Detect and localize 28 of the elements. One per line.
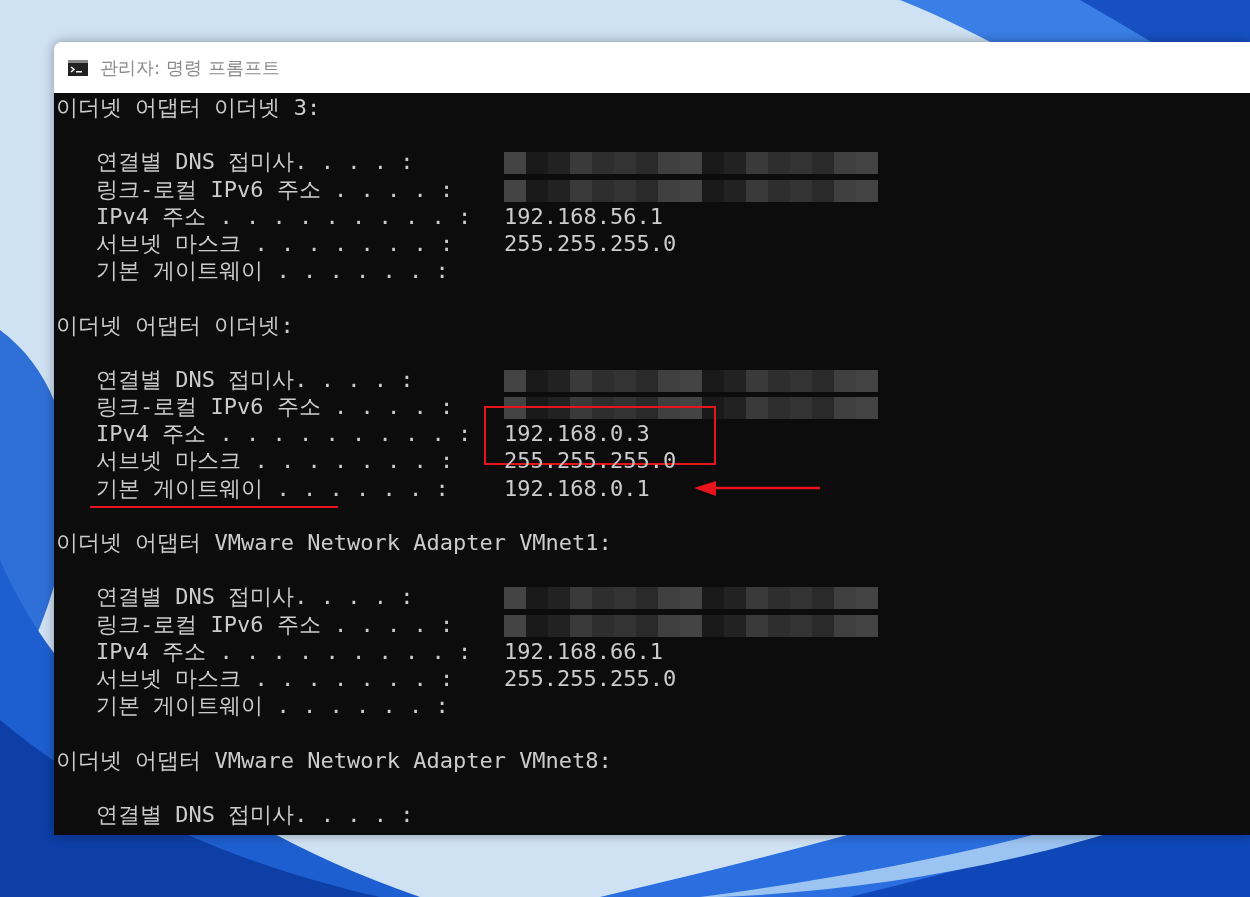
console-value: 192.168.0.1 <box>504 474 650 502</box>
console-line: 연결별 DNS 접미사. . . . : <box>96 583 415 611</box>
console-line: 기본 게이트웨이 . . . . . . : <box>96 474 502 502</box>
console-line: 기본 게이트웨이 . . . . . . : <box>96 692 450 720</box>
terminal-icon <box>68 59 88 76</box>
window-title: 관리자: 명령 프롬프트 <box>100 55 280 80</box>
console-line: 기본 게이트웨이 . . . . . . : <box>96 257 450 285</box>
console-line: 서브넷 마스크 . . . . . . . : <box>96 664 455 693</box>
console-value: 192.168.66.1 <box>504 637 663 665</box>
console-line: IPv4 주소 . . . . . . . . . : <box>96 420 473 448</box>
console-line: 서브넷 마스크 . . . . . . . : <box>96 229 455 258</box>
console-line: 링크-로컬 IPv6 주소 . . . . : <box>96 175 455 203</box>
console-line: 연결별 DNS 접미사. . . . : <box>96 365 415 394</box>
console-line: 연결별 DNS 접미사. . . . : <box>96 148 415 176</box>
console-value: 255.255.255.0 <box>504 229 677 258</box>
console-line: 이더넷 어댑터 VMware Network Adapter VMnet8: <box>55 746 612 774</box>
console-line: 이더넷 어댑터 이더넷 3: <box>55 94 321 122</box>
console-line: 서브넷 마스크 . . . . . . . : <box>96 447 455 475</box>
console-line: 연결별 DNS 접미사. . . . : <box>96 800 415 829</box>
console-value: 192.168.56.1 <box>504 202 663 230</box>
console-line: 링크-로컬 IPv6 주소 . . . . : <box>96 610 455 638</box>
console-line: IPv4 주소 . . . . . . . . . : <box>96 202 473 230</box>
console-value: 192.168.0.3 <box>504 420 650 448</box>
console-line: 이더넷 어댑터 VMware Network Adapter VMnet1: <box>55 529 612 557</box>
console-value: 255.255.255.0 <box>504 664 677 693</box>
console-line: IPv4 주소 . . . . . . . . . : <box>96 637 473 665</box>
console-line: 이더넷 어댑터 이더넷: <box>55 311 294 339</box>
console-line: 링크-로컬 IPv6 주소 . . . . : <box>96 393 455 421</box>
